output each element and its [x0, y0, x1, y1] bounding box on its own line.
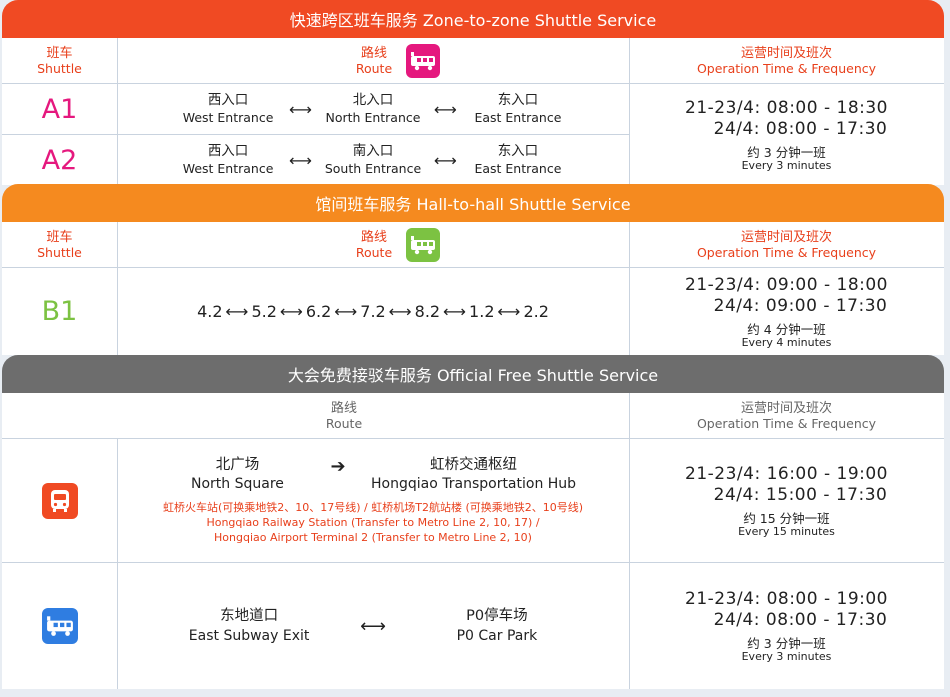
arrow-right-icon: ➔ [330, 455, 346, 477]
zone-header-time: 运营时间及班次 Operation Time & Frequency [696, 45, 877, 76]
hall-section-title-bar: 馆间班车服务 Hall-to-hall Shuttle Service [2, 184, 944, 222]
double-arrow-icon: ⟷ [289, 150, 312, 170]
route-a1: 西入口 West Entrance ⟷ 北入口 North Entrance ⟷ 东… [182, 92, 562, 125]
zone-section-title: 快速跨区班车服务 Zone-to-zone Shuttle Service [289, 11, 657, 30]
hall-stop: 4.2 [197, 302, 223, 321]
double-arrow-icon: ⟷ [289, 99, 312, 119]
double-arrow-icon: ⟷ [434, 150, 457, 170]
route-a2: 西入口 West Entrance ⟷ 南入口 South Entrance ⟷ 东… [182, 143, 562, 176]
shuttle-icon [41, 608, 78, 644]
route-bus: 北广场 North Square ➔ 虹桥交通枢纽 Hongqiao Transpo… [162, 455, 584, 545]
double-arrow-icon: ⟷ [497, 302, 521, 321]
double-arrow-icon: ⟷ [388, 302, 412, 321]
hall-header-shuttle: 班车 Shuttle [37, 229, 82, 260]
route-b1: 4.2 ⟷ 5.2 ⟷ 6.2 ⟷ 7.2 ⟷ 8.2 ⟷ 1.2 ⟷ 2.2 [117, 268, 629, 355]
shuttle-icon-cell [2, 563, 117, 689]
hall-header-time: 运营时间及班次 Operation Time & Frequency [696, 229, 877, 260]
double-arrow-icon: ⟷ [434, 99, 457, 119]
zone-header-route: 路线 Route [117, 38, 629, 83]
zone-table: 班车 Shuttle 路线 Route 运营时间及班次 Operation Ti… [2, 38, 944, 185]
bus-icon [41, 482, 78, 519]
zone-section-title-bar: 快速跨区班车服务 Zone-to-zone Shuttle Service [2, 0, 944, 38]
hall-stop: 1.2 [469, 302, 495, 321]
shuttle-icon [406, 43, 441, 78]
shuttle-code-a2: A2 [41, 144, 78, 176]
shuttle-time-cell: 21-23/4: 08:00 - 19:00 24/4: 08:00 - 17:… [685, 589, 888, 663]
official-header-time: 运营时间及班次 Operation Time & Frequency [696, 400, 877, 431]
double-arrow-icon: ⟷ [279, 302, 303, 321]
shuttle-icon [406, 227, 441, 262]
zone-header-shuttle: 班车 Shuttle [37, 45, 82, 76]
hall-section-title: 馆间班车服务 Hall-to-hall Shuttle Service [315, 195, 631, 214]
official-table: 路线 Route 运营时间及班次 Operation Time & Freque… [2, 393, 944, 689]
shuttle-code-b1: B1 [41, 296, 78, 327]
hall-stop: 6.2 [305, 302, 332, 321]
hall-time-cell: 21-23/4: 09:00 - 18:00 24/4: 09:00 - 17:… [685, 274, 888, 349]
hall-stop: 5.2 [251, 302, 277, 321]
double-arrow-icon: ⟷ [360, 615, 386, 637]
shuttle-code-a1: A1 [41, 93, 78, 125]
hall-stop: 7.2 [360, 302, 386, 321]
bus-icon-cell [2, 439, 117, 562]
hall-stop: 8.2 [414, 302, 441, 321]
hall-table: 班车 Shuttle 路线 Route 运营时间及班次 Operation Ti… [2, 222, 944, 355]
route-shuttle: 东地道口 East Subway Exit ⟷ P0停车场 P0 Car Park [188, 608, 538, 644]
official-section-title-bar: 大会免费接驳车服务 Official Free Shuttle Service [2, 355, 944, 393]
double-arrow-icon: ⟷ [443, 302, 467, 321]
double-arrow-icon: ⟷ [334, 302, 358, 321]
official-section-title: 大会免费接驳车服务 Official Free Shuttle Service [287, 366, 659, 385]
official-header-route: 路线 Route [325, 400, 363, 431]
double-arrow-icon: ⟷ [225, 302, 249, 321]
hall-header-route: 路线 Route [117, 222, 629, 267]
bus-time-cell: 21-23/4: 16:00 - 19:00 24/4: 15:00 - 17:… [685, 463, 888, 538]
hall-stop: 2.2 [523, 302, 549, 321]
zone-time-cell: 21-23/4: 08:00 - 18:30 24/4: 08:00 - 17:… [685, 97, 888, 172]
